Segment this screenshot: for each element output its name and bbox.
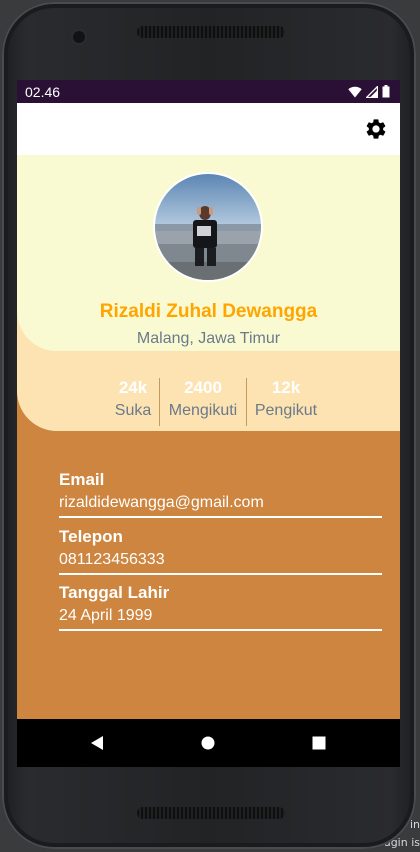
info-phone-label: Telepon: [59, 527, 123, 546]
stat-followers: 12k Pengikut: [252, 378, 320, 426]
profile-header-top: Rizaldi Zuhal Dewangga Malang, Jawa Timu…: [17, 155, 400, 351]
profile-location: Malang, Jawa Timur: [136, 330, 281, 347]
stat-following-label: Mengikuti: [168, 402, 238, 419]
battery-icon: [382, 85, 390, 98]
profile-name: Rizaldi Zuhal Dewangga: [99, 301, 318, 322]
divider: [59, 516, 382, 518]
stat-likes-label: Suka: [114, 402, 152, 419]
bottom-speaker: [137, 807, 285, 819]
stat-likes-value: 24k: [118, 378, 148, 397]
wifi-icon: [348, 86, 362, 97]
stat-followers-label: Pengikut: [254, 402, 318, 419]
info-email: Email rizaldidewangga@gmail.com: [59, 469, 382, 518]
info-phone-value[interactable]: 081123456333: [59, 549, 382, 570]
signal-icon: [366, 85, 378, 98]
stat-following: 2400 Mengikuti: [165, 378, 241, 426]
back-icon[interactable]: [90, 735, 104, 751]
info-birthdate-label: Tanggal Lahir: [59, 583, 170, 602]
app-bar: [17, 103, 400, 155]
front-camera: [73, 31, 85, 43]
desktop-text-1: in: [409, 818, 420, 831]
info-email-value[interactable]: rizaldidewangga@gmail.com: [59, 492, 382, 513]
stats-row: 24k Suka 2400 Mengikuti 12k Pengikut: [17, 378, 400, 426]
navigation-bar: [17, 719, 400, 767]
info-birthdate: Tanggal Lahir 24 April 1999: [59, 582, 382, 631]
stat-followers-value: 12k: [271, 378, 301, 397]
home-icon[interactable]: [201, 735, 215, 751]
info-email-label: Email: [59, 470, 105, 489]
avatar: [155, 174, 261, 280]
avatar-photo: [155, 174, 261, 280]
status-icons: [348, 85, 390, 98]
stat-divider: [246, 378, 247, 426]
top-speaker: [137, 26, 285, 38]
status-bar: 02.46: [17, 80, 400, 103]
divider: [59, 629, 382, 631]
divider: [59, 573, 382, 575]
status-time: 02.46: [25, 84, 61, 100]
gear-icon[interactable]: [364, 117, 388, 141]
app-screen: 02.46 Rizaldi Zuhal Dewangga Malang, Jaw…: [17, 80, 400, 767]
stat-following-value: 2400: [184, 378, 222, 397]
recents-icon[interactable]: [312, 735, 326, 751]
info-phone: Telepon 081123456333: [59, 526, 382, 575]
stat-divider: [159, 378, 160, 426]
profile-header: Rizaldi Zuhal Dewangga Malang, Jawa Timu…: [17, 155, 400, 431]
stat-likes: 24k Suka: [113, 378, 153, 426]
info-birthdate-value[interactable]: 24 April 1999: [59, 605, 382, 626]
